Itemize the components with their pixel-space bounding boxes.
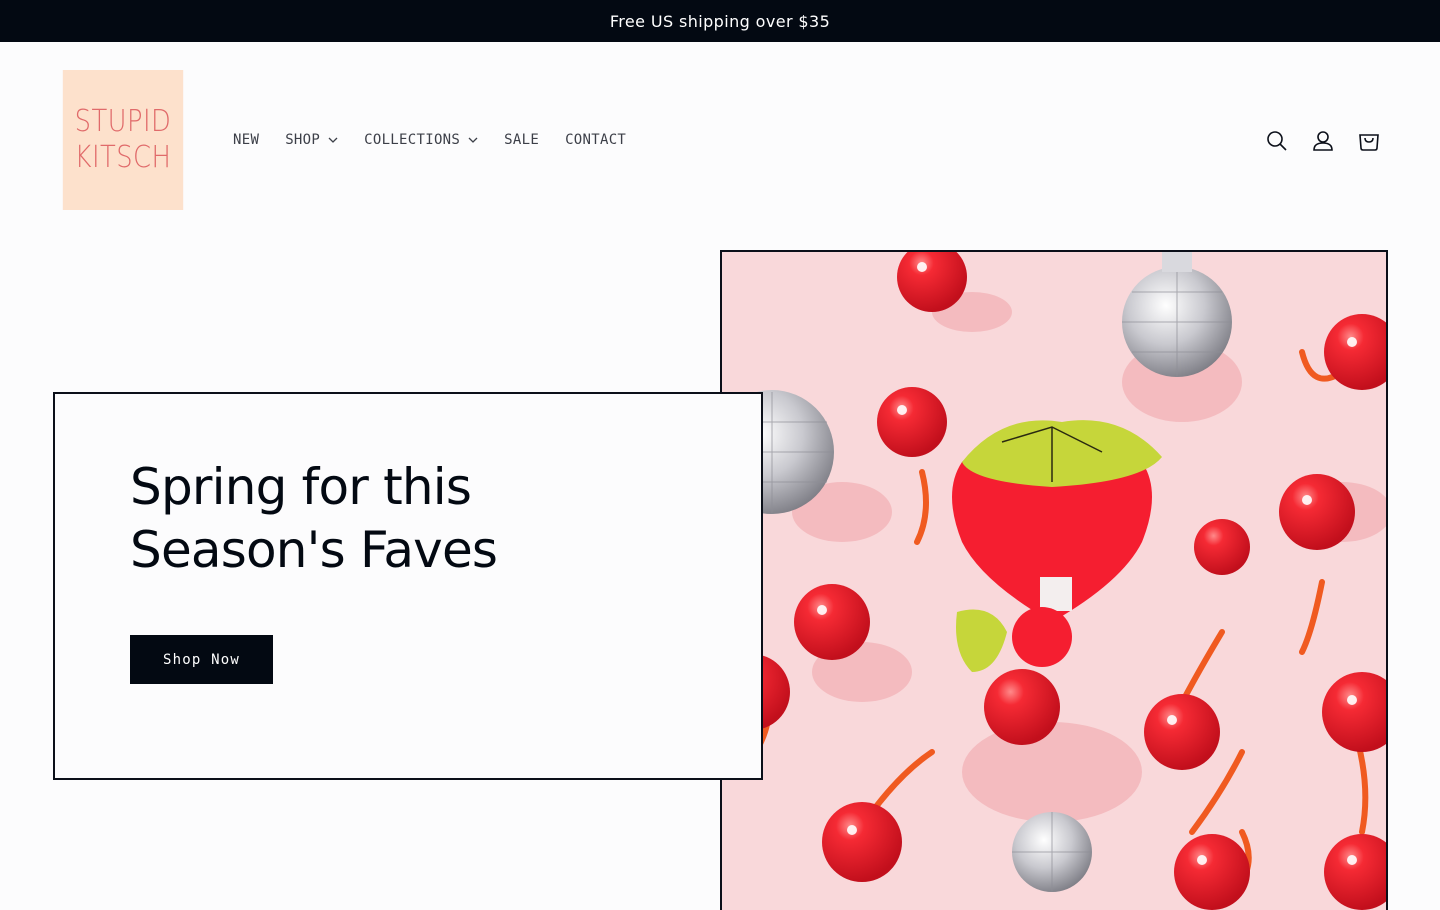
main-nav: NEW SHOP COLLECTIONS SALE CONTACT bbox=[233, 130, 652, 150]
hero-title: Spring for this Season's Faves bbox=[130, 456, 650, 582]
header-icons bbox=[1244, 128, 1382, 154]
chevron-down-icon bbox=[468, 137, 478, 143]
shop-now-button[interactable]: Shop Now bbox=[130, 635, 273, 684]
site-header: STUPID KITSCH NEW SHOP COLLECTIONS SALE … bbox=[0, 42, 1440, 238]
cart-button[interactable] bbox=[1356, 128, 1382, 154]
cherries-photo bbox=[722, 252, 1386, 910]
cart-icon bbox=[1359, 134, 1379, 151]
chevron-down-icon bbox=[328, 137, 338, 143]
announcement-text: Free US shipping over $35 bbox=[609, 11, 831, 31]
logo-line-2: KITSCH bbox=[74, 140, 172, 175]
hero-card: Spring for this Season's Faves Shop Now bbox=[53, 392, 763, 780]
logo-line-1: STUPID bbox=[74, 104, 172, 139]
nav-item-sale[interactable]: SALE bbox=[504, 132, 539, 148]
nav-item-label: SALE bbox=[504, 132, 540, 148]
hero-title-line-2: Season's Faves bbox=[130, 521, 498, 579]
hero-title-line-1: Spring for this bbox=[130, 458, 472, 516]
hero-image bbox=[720, 250, 1388, 910]
nav-item-label: COLLECTIONS bbox=[364, 132, 461, 148]
announcement-bar: Free US shipping over $35 bbox=[0, 0, 1440, 42]
nav-item-shop[interactable]: SHOP bbox=[285, 132, 338, 148]
nav-item-collections[interactable]: COLLECTIONS bbox=[364, 132, 478, 148]
nav-item-label: CONTACT bbox=[565, 132, 627, 148]
nav-item-label: NEW bbox=[233, 132, 260, 148]
nav-item-new[interactable]: NEW bbox=[233, 132, 259, 148]
nav-item-contact[interactable]: CONTACT bbox=[565, 132, 626, 148]
search-button[interactable] bbox=[1264, 128, 1290, 154]
account-button[interactable] bbox=[1310, 128, 1336, 154]
nav-item-label: SHOP bbox=[285, 132, 321, 148]
search-icon bbox=[1267, 131, 1287, 151]
account-icon bbox=[1313, 131, 1333, 151]
logo[interactable]: STUPID KITSCH bbox=[62, 70, 184, 210]
